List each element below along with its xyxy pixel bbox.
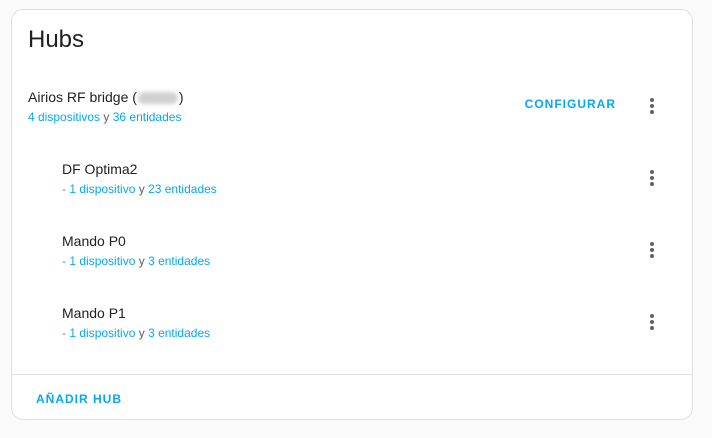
subdevice-entities-link[interactable]: 3 entidades [148, 326, 210, 340]
subdevice-summary: - 1 dispositivo y 3 entidades [62, 326, 211, 340]
subdevice-summary: - 1 dispositivo y 23 entidades [62, 182, 217, 196]
hub-entities-link[interactable]: 36 entidades [113, 110, 182, 124]
subdevice-overflow-menu-button[interactable] [636, 162, 668, 194]
subdevice-overflow-menu-button[interactable] [636, 234, 668, 266]
subdevice-name: Mando P1 [62, 305, 126, 321]
subdevice-devices-link[interactable]: 1 dispositivo [69, 254, 135, 268]
subdevice-name: DF Optima2 [62, 161, 138, 177]
dots-vertical-icon [650, 242, 654, 258]
dots-vertical-icon [650, 314, 654, 330]
subdevice-devices-link[interactable]: 1 dispositivo [69, 182, 135, 196]
subdevice-entities-link[interactable]: 23 entidades [148, 182, 217, 196]
hub-summary: 4 dispositivos y 36 entidades [28, 109, 184, 125]
add-hub-button[interactable]: AÑADIR HUB [36, 392, 122, 406]
hub-overflow-menu-button[interactable] [636, 90, 668, 122]
subdevice-entities-link[interactable]: 3 entidades [148, 254, 210, 268]
card-title: Hubs [28, 26, 85, 53]
hub-connector: y [100, 110, 113, 124]
dots-vertical-icon [650, 98, 654, 114]
subdevice-overflow-menu-button[interactable] [636, 306, 668, 338]
redacted-id [137, 92, 178, 105]
subdevice-name: Mando P0 [62, 233, 126, 249]
subdevice-devices-link[interactable]: 1 dispositivo [69, 326, 135, 340]
hubs-card: Hubs Airios RF bridge () 4 dispositivos … [11, 9, 693, 420]
dots-vertical-icon [650, 170, 654, 186]
configure-button[interactable]: CONFIGURAR [525, 97, 616, 111]
subdevice-summary: - 1 dispositivo y 3 entidades [62, 254, 211, 268]
hub-devices-link[interactable]: 4 dispositivos [28, 110, 100, 124]
hub-name-prefix: Airios RF bridge ( [28, 89, 137, 105]
hub-name: Airios RF bridge () [28, 88, 184, 106]
card-actions-divider [12, 374, 692, 375]
hub-name-suffix: ) [178, 89, 184, 105]
